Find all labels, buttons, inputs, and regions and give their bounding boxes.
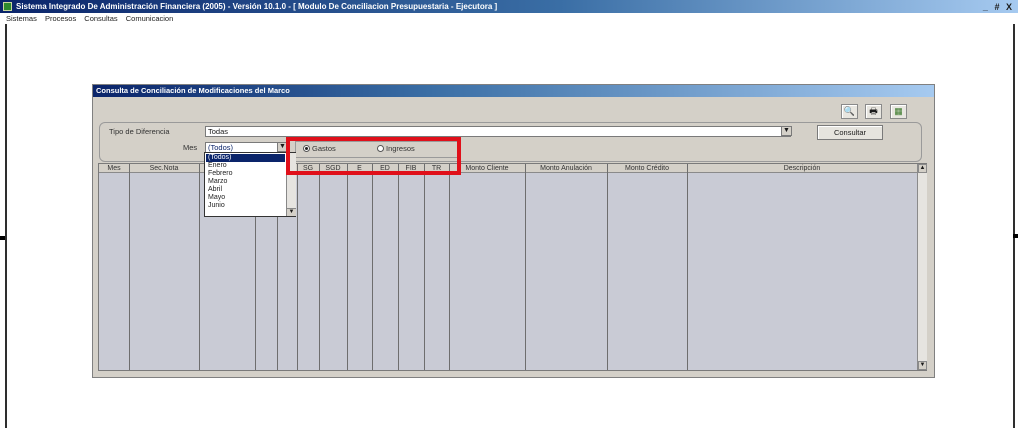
col-mes[interactable]: Mes [99, 164, 129, 173]
app-title-bar: Sistema Integrado De Administración Fina… [0, 0, 1018, 13]
tipo-diferencia-label: Tipo de Diferencia [109, 127, 170, 136]
search-button[interactable]: 🔍 [841, 104, 858, 119]
close-button[interactable]: X [1006, 1, 1014, 13]
mes-option[interactable]: Abril [206, 186, 285, 194]
frame-right-edge [1013, 24, 1015, 428]
menu-bar: Sistemas Procesos Consultas Comunicacion [0, 13, 1018, 24]
mes-option[interactable]: Enero [206, 162, 285, 170]
export-button[interactable]: ▦ [890, 104, 907, 119]
scroll-up-arrow-icon[interactable]: ▲ [918, 164, 927, 173]
conciliacion-dialog: Consulta de Conciliación de Modificacion… [92, 84, 935, 378]
grid-col-divider [398, 164, 399, 370]
grid-col-divider [687, 164, 688, 370]
grid-col-divider [347, 164, 348, 370]
radio-highlight-box [286, 137, 461, 175]
app-title: Sistema Integrado De Administración Fina… [16, 2, 498, 11]
grid-vertical-scrollbar[interactable]: ▲ ▼ [917, 164, 927, 370]
col-sec-nota[interactable]: Sec.Nota [129, 164, 199, 173]
minimize-button[interactable]: _ [983, 1, 990, 13]
maximize-button[interactable]: # [994, 1, 1001, 13]
grid-col-divider [372, 164, 373, 370]
grid-col-divider [297, 164, 298, 370]
app-icon [3, 2, 12, 11]
mes-option[interactable]: Junio [206, 202, 285, 210]
tipo-diferencia-select[interactable]: Todas [205, 126, 791, 137]
mes-option[interactable]: Marzo [206, 178, 285, 186]
mes-dropdown-list[interactable]: (Todos) Enero Febrero Marzo Abril Mayo J… [204, 152, 296, 217]
mes-option[interactable]: (Todos) [206, 154, 285, 162]
frame-left-edge [5, 24, 7, 428]
grid-col-divider [525, 164, 526, 370]
export-icon: ▦ [894, 106, 903, 116]
edge-marker-right [1013, 234, 1018, 238]
menu-sistemas[interactable]: Sistemas [6, 14, 37, 23]
grid-col-divider [199, 164, 200, 370]
mes-scroll-down-icon[interactable]: ▼ [287, 208, 296, 216]
consultar-button[interactable]: Consultar [817, 125, 883, 140]
print-icon: 🖶 [869, 106, 878, 116]
grid-col-divider [607, 164, 608, 370]
menu-comunicacion[interactable]: Comunicacion [126, 14, 174, 23]
tipo-diferencia-dropdown-icon[interactable]: ▼ [781, 126, 792, 136]
mes-label: Mes [183, 143, 198, 152]
grid-col-divider [129, 164, 130, 370]
print-button[interactable]: 🖶 [865, 104, 882, 119]
menu-procesos[interactable]: Procesos [45, 14, 76, 23]
col-monto-credito[interactable]: Monto Crédito [607, 164, 687, 173]
edge-marker-left [0, 236, 5, 240]
window-controls: _ # X [983, 1, 1014, 13]
menu-consultas[interactable]: Consultas [84, 14, 117, 23]
col-monto-anulacion[interactable]: Monto Anulación [525, 164, 607, 173]
grid-col-divider [449, 164, 450, 370]
col-descripcion[interactable]: Descripción [687, 164, 917, 173]
mes-option[interactable]: Mayo [206, 194, 285, 202]
grid-col-divider [319, 164, 320, 370]
scroll-down-arrow-icon[interactable]: ▼ [918, 361, 927, 370]
grid-col-divider [424, 164, 425, 370]
dialog-title: Consulta de Conciliación de Modificacion… [93, 85, 934, 97]
mes-option[interactable]: Febrero [206, 170, 285, 178]
search-icon: 🔍 [843, 106, 856, 116]
